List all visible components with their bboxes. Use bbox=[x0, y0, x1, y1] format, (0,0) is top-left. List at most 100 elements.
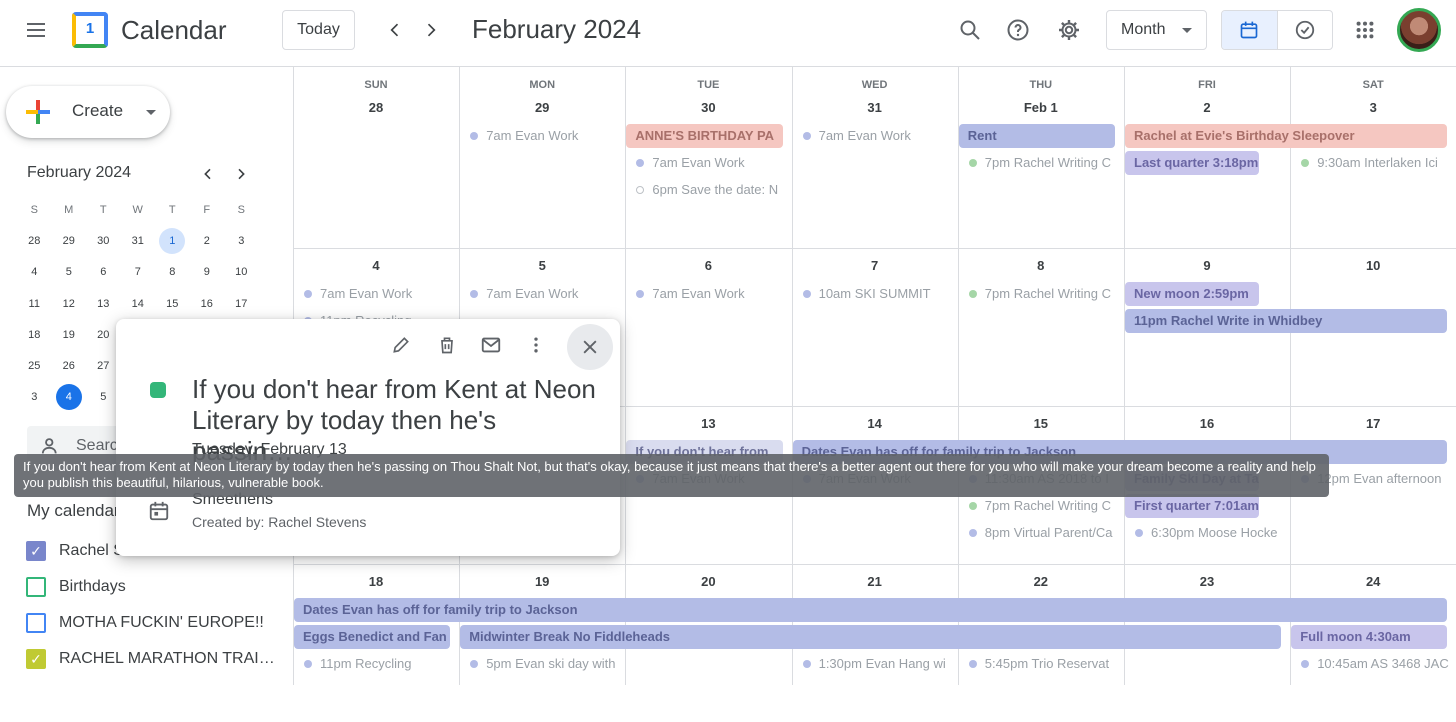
my-calendars-heading[interactable]: My calendars bbox=[27, 501, 128, 521]
event-chip[interactable]: 11pm Rachel Write in Whidbey bbox=[1125, 309, 1448, 333]
event-chip[interactable]: Eggs Benedict and Fan bbox=[294, 625, 451, 649]
day-number[interactable]: 15 bbox=[958, 416, 1124, 431]
day-number[interactable]: 31 bbox=[792, 100, 958, 115]
timed-event[interactable]: 7pm Rachel Writing C bbox=[959, 495, 1119, 517]
tasks-view-icon[interactable] bbox=[1278, 11, 1333, 49]
search-icon[interactable] bbox=[950, 10, 990, 50]
mini-previous-icon[interactable] bbox=[195, 161, 221, 187]
timed-event[interactable]: 11pm Recycling bbox=[294, 653, 454, 675]
day-number[interactable]: 14 bbox=[792, 416, 958, 431]
main-menu-icon[interactable] bbox=[16, 10, 56, 50]
mini-day[interactable]: 12 bbox=[52, 290, 87, 318]
settings-gear-icon[interactable] bbox=[1049, 10, 1089, 50]
mini-day[interactable]: 1 bbox=[155, 227, 190, 255]
view-selector[interactable]: Month bbox=[1106, 10, 1207, 50]
timed-event[interactable]: 8pm Virtual Parent/Ca bbox=[959, 522, 1119, 544]
mini-day[interactable]: 16 bbox=[190, 290, 225, 318]
timed-event[interactable]: 5pm Evan ski day with bbox=[460, 653, 620, 675]
timed-event[interactable]: 6:30pm Moose Hocke bbox=[1125, 522, 1285, 544]
timed-event[interactable]: 10:45am AS 3468 JAC bbox=[1291, 653, 1451, 675]
today-button[interactable]: Today bbox=[282, 10, 355, 50]
event-chip[interactable]: Rent bbox=[958, 124, 1115, 148]
mini-day[interactable]: 31 bbox=[121, 227, 156, 255]
event-chip[interactable]: First quarter 7:01am bbox=[1125, 494, 1260, 518]
calendar-list-item[interactable]: MOTHA FUCKIN' EUROPE!! bbox=[26, 613, 264, 633]
timed-event[interactable]: 7pm Rachel Writing C bbox=[959, 152, 1119, 174]
mini-day[interactable]: 5 bbox=[52, 258, 87, 286]
mini-day[interactable]: 26 bbox=[52, 352, 87, 380]
day-cell[interactable] bbox=[459, 95, 625, 248]
day-number[interactable]: Feb 1 bbox=[958, 100, 1124, 115]
mini-day[interactable]: 18 bbox=[17, 321, 52, 349]
day-number[interactable]: 21 bbox=[792, 574, 958, 589]
day-number[interactable]: 30 bbox=[625, 100, 791, 115]
timed-event[interactable]: 7am Evan Work bbox=[793, 125, 953, 147]
day-number[interactable]: 7 bbox=[792, 258, 958, 273]
event-chip[interactable]: Midwinter Break No Fiddleheads bbox=[460, 625, 1282, 649]
timed-event[interactable]: 5:45pm Trio Reservat bbox=[959, 653, 1119, 675]
calendar-view-icon[interactable] bbox=[1222, 11, 1278, 49]
mini-day[interactable]: 3 bbox=[17, 383, 52, 411]
calendar-list-item[interactable]: ✓ RACHEL MARATHON TRAI… bbox=[26, 649, 275, 669]
day-number[interactable]: 5 bbox=[459, 258, 625, 273]
previous-period-icon[interactable] bbox=[377, 12, 413, 48]
more-options-icon[interactable] bbox=[522, 331, 550, 359]
edit-pencil-icon[interactable] bbox=[387, 331, 415, 359]
account-avatar[interactable] bbox=[1397, 8, 1441, 52]
mini-day[interactable]: 11 bbox=[17, 290, 52, 318]
day-number[interactable]: 24 bbox=[1290, 574, 1456, 589]
event-chip[interactable]: Last quarter 3:18pm bbox=[1125, 151, 1260, 175]
calendar-logo-icon[interactable]: 1 bbox=[72, 12, 108, 48]
mini-day[interactable]: 14 bbox=[121, 290, 156, 318]
event-chip[interactable]: Full moon 4:30am bbox=[1291, 625, 1448, 649]
mini-day[interactable]: 17 bbox=[224, 290, 259, 318]
timed-event[interactable]: 7am Evan Work bbox=[294, 283, 454, 305]
mini-day[interactable]: 4 bbox=[52, 383, 87, 411]
day-number[interactable]: 23 bbox=[1124, 574, 1290, 589]
delete-trash-icon[interactable] bbox=[433, 331, 461, 359]
checkbox-checked-icon[interactable]: ✓ bbox=[26, 541, 46, 561]
mini-day[interactable]: 29 bbox=[52, 227, 87, 255]
mini-next-icon[interactable] bbox=[228, 161, 254, 187]
create-button[interactable]: Create bbox=[6, 86, 170, 138]
day-number[interactable]: 17 bbox=[1290, 416, 1456, 431]
day-number[interactable]: 18 bbox=[293, 574, 459, 589]
day-cell[interactable] bbox=[792, 95, 958, 248]
day-number[interactable]: 9 bbox=[1124, 258, 1290, 273]
day-number[interactable]: 20 bbox=[625, 574, 791, 589]
timed-event[interactable]: 1:30pm Evan Hang wi bbox=[793, 653, 953, 675]
event-chip[interactable]: Dates Evan has off for family trip to Ja… bbox=[294, 598, 1448, 622]
day-number[interactable]: 10 bbox=[1290, 258, 1456, 273]
timed-event[interactable]: 7am Evan Work bbox=[626, 152, 786, 174]
day-number[interactable]: 3 bbox=[1290, 100, 1456, 115]
mini-day[interactable]: 7 bbox=[121, 258, 156, 286]
timed-event[interactable]: 9:30am Interlaken Ici bbox=[1291, 152, 1451, 174]
event-chip[interactable]: ANNE'S BIRTHDAY PA bbox=[626, 124, 783, 148]
day-number[interactable]: 29 bbox=[459, 100, 625, 115]
close-icon[interactable] bbox=[567, 324, 613, 370]
mini-day[interactable]: 2 bbox=[190, 227, 225, 255]
day-number[interactable]: 19 bbox=[459, 574, 625, 589]
mini-day[interactable]: 8 bbox=[155, 258, 190, 286]
day-number[interactable]: 28 bbox=[293, 100, 459, 115]
mini-day[interactable]: 3 bbox=[224, 227, 259, 255]
mini-day[interactable]: 15 bbox=[155, 290, 190, 318]
timed-event[interactable]: 10am SKI SUMMIT bbox=[793, 283, 953, 305]
mini-day[interactable]: 9 bbox=[190, 258, 225, 286]
day-number[interactable]: 2 bbox=[1124, 100, 1290, 115]
mini-day[interactable]: 6 bbox=[86, 258, 121, 286]
mini-day[interactable]: 30 bbox=[86, 227, 121, 255]
timed-event[interactable]: 7am Evan Work bbox=[626, 283, 786, 305]
checkbox-unchecked-icon[interactable] bbox=[26, 613, 46, 633]
email-envelope-icon[interactable] bbox=[477, 331, 505, 359]
next-period-icon[interactable] bbox=[413, 12, 449, 48]
mini-day[interactable]: 28 bbox=[17, 227, 52, 255]
day-cell[interactable] bbox=[293, 95, 459, 248]
checkbox-checked-icon[interactable]: ✓ bbox=[26, 649, 46, 669]
day-number[interactable]: 16 bbox=[1124, 416, 1290, 431]
event-chip[interactable]: New moon 2:59pm bbox=[1125, 282, 1260, 306]
apps-grid-icon[interactable] bbox=[1345, 10, 1385, 50]
mini-day[interactable]: 19 bbox=[52, 321, 87, 349]
day-number[interactable]: 13 bbox=[625, 416, 791, 431]
mini-day[interactable]: 4 bbox=[17, 258, 52, 286]
